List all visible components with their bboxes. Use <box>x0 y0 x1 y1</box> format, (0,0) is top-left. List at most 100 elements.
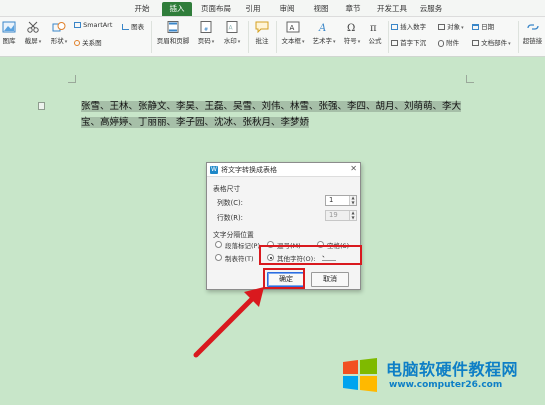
radio-tab-label: 制表符(T) <box>225 255 254 263</box>
link-icon <box>526 24 539 30</box>
ribbon-divider <box>388 21 389 53</box>
comment-button[interactable]: 批注 <box>251 21 273 45</box>
doc-parts-button[interactable]: 文档部件▾ <box>472 37 511 47</box>
doc-parts-icon <box>472 40 479 46</box>
paragraph-layout-icon[interactable] <box>38 102 45 110</box>
shape-button[interactable]: 形状▾ <box>48 21 70 45</box>
formula-button[interactable]: π 公式 <box>365 21 385 45</box>
ribbon-divider <box>248 21 249 53</box>
svg-text:#: # <box>204 27 208 33</box>
radio-paragraph-label: 段落标记(P) <box>225 242 260 250</box>
number-icon <box>391 24 398 30</box>
chevron-down-icon: ▾ <box>301 39 305 45</box>
hyperlink-button[interactable]: 超链接 <box>520 21 545 45</box>
drop-cap-icon <box>391 40 398 46</box>
textbox-button[interactable]: A 文本框▾ <box>279 21 307 45</box>
object-icon <box>438 24 445 30</box>
tab-start[interactable]: 开始 <box>128 2 156 16</box>
insert-ribbon: 图库 截屏▾ 形状▾ SmartArt 图表 关系图 页眉和页脚 # 页码▾ A… <box>0 17 545 57</box>
scissors-icon <box>27 21 39 33</box>
columns-spinner[interactable]: 1 ▲ ▼ <box>325 195 357 206</box>
textbox-icon: A <box>286 21 300 33</box>
margin-corner-mark <box>466 75 474 83</box>
chevron-down-icon: ▾ <box>332 39 336 45</box>
shape-icon <box>52 22 66 32</box>
chart-icon <box>122 24 129 30</box>
comment-icon <box>255 21 269 33</box>
cancel-button[interactable]: 取消 <box>311 272 349 287</box>
object-button[interactable]: 对象▾ <box>438 21 464 31</box>
margin-corner-mark <box>68 75 76 83</box>
dialog-title: 将文字转换成表格 <box>221 166 277 174</box>
chevron-down-icon: ▾ <box>461 25 464 31</box>
tab-references[interactable]: 引用 <box>240 2 266 16</box>
rows-label: 行数(R): <box>217 214 243 222</box>
smartart-icon <box>74 22 81 28</box>
svg-text:π: π <box>370 23 377 33</box>
table-size-group-label: 表格尺寸 <box>213 185 241 193</box>
wordart-icon: A <box>318 23 326 33</box>
columns-label: 列数(C): <box>217 199 243 207</box>
chevron-down-icon: ▾ <box>38 39 42 45</box>
first-drop-button[interactable]: 首字下沉 <box>391 37 426 47</box>
svg-text:A: A <box>318 23 326 33</box>
close-icon[interactable]: ✕ <box>350 164 357 173</box>
smartart-button[interactable]: SmartArt <box>74 21 112 29</box>
tab-cloud[interactable]: 云服务 <box>416 2 446 16</box>
svg-text:Ω: Ω <box>347 23 355 33</box>
ribbon-divider <box>276 21 277 53</box>
svg-text:A: A <box>290 24 295 32</box>
watermark-button[interactable]: A 水印▾ <box>220 21 244 45</box>
radio-paragraph[interactable] <box>215 241 222 248</box>
chevron-down-icon: ▾ <box>64 39 68 45</box>
text-line-2: 宝、高婷婷、丁丽丽、李子园、沈冰、张秋月、李梦娇 <box>81 117 310 128</box>
header-footer-button[interactable]: 页眉和页脚 <box>154 21 192 45</box>
paperclip-icon <box>438 39 444 47</box>
relation-chart-button[interactable]: 关系图 <box>74 37 102 47</box>
selected-document-text[interactable]: 张雪、王林、张静文、李昊、王磊、吴雪、刘伟、林雪、张强、李四、胡月、刘萌萌、李大… <box>81 99 463 131</box>
text-line-1: 张雪、王林、张静文、李昊、王磊、吴雪、刘伟、林雪、张强、李四、胡月、刘萌萌、李大 <box>81 101 462 112</box>
chevron-down-icon: ▾ <box>237 39 241 45</box>
rows-spinner: 19 ▲ ▼ <box>325 210 357 221</box>
ribbon-divider <box>518 21 519 53</box>
chart-button[interactable]: 图表 <box>122 21 144 31</box>
radio-tab[interactable] <box>215 254 222 261</box>
picture-button[interactable]: 图库 <box>0 21 18 45</box>
watermark-icon: A <box>226 21 238 33</box>
spinner-arrows: ▲ ▼ <box>349 210 356 220</box>
chevron-down-icon: ▾ <box>211 39 215 45</box>
wps-logo-icon: W <box>210 166 218 174</box>
date-button[interactable]: 日期 <box>472 21 494 31</box>
tab-view[interactable]: 视图 <box>308 2 334 16</box>
page-number-icon: # <box>200 21 212 33</box>
dialog-titlebar[interactable]: W 将文字转换成表格 ✕ <box>207 163 360 177</box>
tab-section[interactable]: 章节 <box>340 2 366 16</box>
chevron-down-icon: ▾ <box>357 39 361 45</box>
symbol-button[interactable]: Ω 符号▾ <box>341 21 363 45</box>
wordart-button[interactable]: A 艺术字▾ <box>309 21 339 45</box>
site-watermark: 电脑软硬件教程网 www.computer26.com <box>341 352 545 405</box>
page-number-button[interactable]: # 页码▾ <box>194 21 218 45</box>
pi-icon: π <box>370 23 377 33</box>
watermark-url: www.computer26.com <box>389 380 503 390</box>
tab-insert[interactable]: 插入 <box>162 2 192 16</box>
calendar-icon <box>472 24 479 30</box>
highlight-other-char-option <box>259 245 362 265</box>
tab-developer[interactable]: 开发工具 <box>372 2 412 16</box>
ribbon-divider <box>151 21 152 53</box>
highlight-ok-button <box>263 268 305 289</box>
chevron-down-icon: ▾ <box>508 41 511 47</box>
windows-logo-icon <box>343 358 377 392</box>
tab-page-layout[interactable]: 页面布局 <box>196 2 236 16</box>
relation-icon <box>74 40 80 46</box>
attachment-button[interactable]: 附件 <box>438 37 459 47</box>
omega-icon: Ω <box>347 23 355 33</box>
screenshot-button[interactable]: 截屏▾ <box>22 21 44 45</box>
menu-tab-bar: 开始 插入 页面布局 引用 审阅 视图 章节 开发工具 云服务 <box>0 0 545 17</box>
picture-icon <box>2 21 16 33</box>
header-footer-icon <box>167 21 179 33</box>
spinner-arrows[interactable]: ▲ ▼ <box>349 195 356 205</box>
separator-group-label: 文字分隔位置 <box>213 231 254 239</box>
insert-number-button[interactable]: 插入数字 <box>391 21 426 31</box>
tab-review[interactable]: 审阅 <box>274 2 300 16</box>
